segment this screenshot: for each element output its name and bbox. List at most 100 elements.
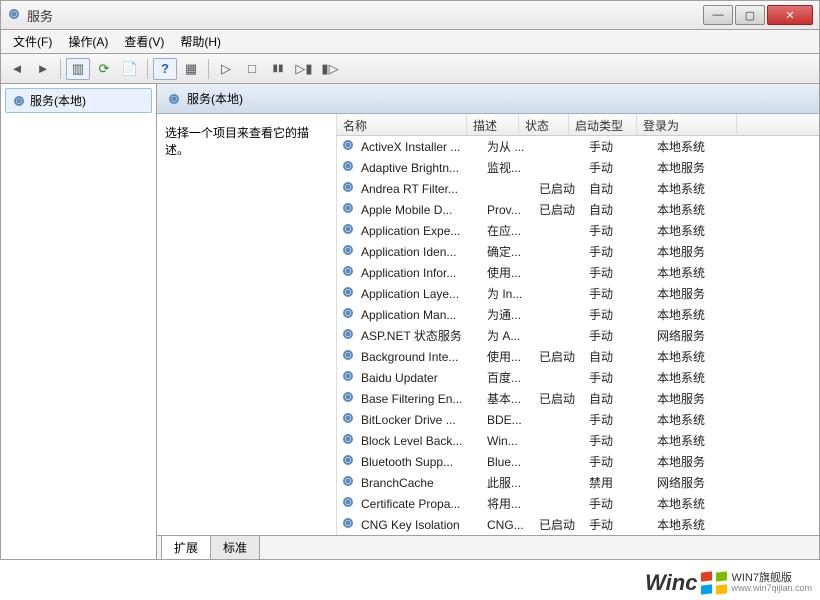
table-row[interactable]: Application Man...为通...手动本地系统: [337, 304, 819, 325]
col-desc[interactable]: 描述: [467, 114, 519, 135]
cell-name: BranchCache: [361, 476, 487, 490]
service-icon: [341, 411, 357, 428]
service-icon: [341, 138, 357, 155]
menu-action[interactable]: 操作(A): [60, 31, 116, 52]
service-icon: [341, 516, 357, 533]
window-title: 服务: [27, 6, 701, 25]
table-row[interactable]: Background Inte...使用...已启动自动本地系统: [337, 346, 819, 367]
cell-logon: 网络服务: [657, 327, 757, 344]
cell-logon: 本地系统: [657, 306, 757, 323]
properties-button[interactable]: ▦: [179, 58, 203, 80]
forward-button[interactable]: ►: [31, 58, 55, 80]
watermark-url: www.win7qijian.com: [731, 584, 812, 593]
cell-name: ActiveX Installer ...: [361, 140, 487, 154]
tree-pane: 服务(本地): [1, 84, 157, 559]
cell-startup: 手动: [589, 138, 657, 155]
table-row[interactable]: Adaptive Brightn...监视...手动本地服务: [337, 157, 819, 178]
cell-desc: BDE...: [487, 413, 539, 427]
table-row[interactable]: Application Laye...为 In...手动本地服务: [337, 283, 819, 304]
col-logon[interactable]: 登录为: [637, 114, 737, 135]
cell-startup: 手动: [589, 285, 657, 302]
cell-startup: 手动: [589, 159, 657, 176]
table-row[interactable]: Application Iden...确定...手动本地服务: [337, 241, 819, 262]
body: 服务(本地) 服务(本地) 选择一个项目来查看它的描述。 名称 描述 状态 启动…: [0, 84, 820, 560]
table-row[interactable]: BranchCache此服...禁用网络服务: [337, 472, 819, 493]
menu-file[interactable]: 文件(F): [5, 31, 60, 52]
cell-logon: 本地系统: [657, 138, 757, 155]
col-name[interactable]: 名称: [337, 114, 467, 135]
cell-startup: 自动: [589, 180, 657, 197]
cell-logon: 本地服务: [657, 453, 757, 470]
back-button[interactable]: ◄: [5, 58, 29, 80]
cell-startup: 手动: [589, 369, 657, 386]
start-service-button[interactable]: ▷: [214, 58, 238, 80]
col-status[interactable]: 状态: [519, 114, 569, 135]
service-icon: [341, 159, 357, 176]
cell-desc: 此服...: [487, 474, 539, 491]
minimize-button[interactable]: —: [703, 5, 733, 25]
help-button[interactable]: ?: [153, 58, 177, 80]
panel-heading: 服务(本地): [187, 90, 243, 107]
service-icon: [341, 222, 357, 239]
menu-help[interactable]: 帮助(H): [172, 31, 229, 52]
tab-standard[interactable]: 标准: [210, 536, 260, 560]
maximize-button[interactable]: ▢: [735, 5, 765, 25]
table-row[interactable]: Application Infor...使用...手动本地系统: [337, 262, 819, 283]
description-prompt: 选择一个项目来查看它的描述。: [165, 124, 328, 158]
service-rows[interactable]: ActiveX Installer ...为从 ...手动本地系统Adaptiv…: [337, 136, 819, 535]
table-row[interactable]: Application Expe...在应...手动本地系统: [337, 220, 819, 241]
stop-service-button[interactable]: □: [240, 58, 264, 80]
table-row[interactable]: ASP.NET 状态服务为 A...手动网络服务: [337, 325, 819, 346]
table-row[interactable]: Bluetooth Supp...Blue...手动本地服务: [337, 451, 819, 472]
table-row[interactable]: ActiveX Installer ...为从 ... 手动本地系统: [337, 136, 819, 157]
export-button[interactable]: 📄: [118, 58, 142, 80]
table-row[interactable]: BitLocker Drive ...BDE...手动本地系统: [337, 409, 819, 430]
table-row[interactable]: Block Level Back...Win...手动本地系统: [337, 430, 819, 451]
restart-service-button[interactable]: ▷▮: [292, 58, 316, 80]
description-pane: 选择一个项目来查看它的描述。: [157, 114, 337, 535]
table-row[interactable]: Apple Mobile D...Prov...已启动自动本地系统: [337, 199, 819, 220]
services-window: 服务 — ▢ ✕ 文件(F) 操作(A) 查看(V) 帮助(H) ◄ ► ▥ ⟳…: [0, 0, 820, 600]
cell-logon: 本地系统: [657, 369, 757, 386]
cell-desc: 监视...: [487, 159, 539, 176]
cell-desc: 百度...: [487, 369, 539, 386]
close-button[interactable]: ✕: [767, 5, 813, 25]
cell-status: 已启动: [539, 180, 589, 197]
cell-desc: 使用...: [487, 264, 539, 281]
cell-name: Application Laye...: [361, 287, 487, 301]
panel-header: 服务(本地): [157, 84, 819, 114]
table-row[interactable]: Certificate Propa...将用...手动本地系统: [337, 493, 819, 514]
cell-name: Application Man...: [361, 308, 487, 322]
tree-item-label: 服务(本地): [30, 92, 86, 109]
table-row[interactable]: Baidu Updater百度... 手动本地系统: [337, 367, 819, 388]
cell-desc: 为从 ...: [487, 138, 539, 155]
table-row[interactable]: CNG Key IsolationCNG...已启动手动本地系统: [337, 514, 819, 535]
titlebar[interactable]: 服务 — ▢ ✕: [0, 0, 820, 30]
cell-logon: 本地系统: [657, 201, 757, 218]
cell-status: 已启动: [539, 516, 589, 533]
cell-startup: 手动: [589, 411, 657, 428]
refresh-button[interactable]: ⟳: [92, 58, 116, 80]
menubar: 文件(F) 操作(A) 查看(V) 帮助(H): [0, 30, 820, 54]
toolbar: ◄ ► ▥ ⟳ 📄 ? ▦ ▷ □ ▮▮ ▷▮ ▮▷: [0, 54, 820, 84]
cell-name: Baidu Updater: [361, 371, 487, 385]
cell-name: Base Filtering En...: [361, 392, 487, 406]
col-startup[interactable]: 启动类型: [569, 114, 637, 135]
cell-startup: 自动: [589, 348, 657, 365]
service-icon: [341, 432, 357, 449]
pause-service-button[interactable]: ▮▮: [266, 58, 290, 80]
resume-service-button[interactable]: ▮▷: [318, 58, 342, 80]
menu-view[interactable]: 查看(V): [116, 31, 172, 52]
cell-desc: 确定...: [487, 243, 539, 260]
cell-desc: CNG...: [487, 518, 539, 532]
watermark-brand: Winc: [645, 570, 697, 596]
cell-status: 已启动: [539, 390, 589, 407]
tree-item-services-local[interactable]: 服务(本地): [5, 88, 152, 113]
show-hide-tree-button[interactable]: ▥: [66, 58, 90, 80]
tab-extended[interactable]: 扩展: [161, 536, 211, 560]
cell-desc: 将用...: [487, 495, 539, 512]
table-row[interactable]: Andrea RT Filter...已启动自动本地系统: [337, 178, 819, 199]
watermark: Winc WIN7旗舰版 www.win7qijian.com: [641, 568, 816, 598]
table-row[interactable]: Base Filtering En...基本...已启动自动本地服务: [337, 388, 819, 409]
window-buttons: — ▢ ✕: [701, 5, 813, 25]
